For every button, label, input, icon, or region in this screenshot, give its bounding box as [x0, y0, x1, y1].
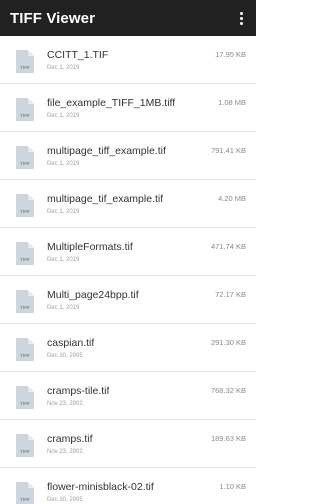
file-row[interactable]: TIFF multipage_tiff_example.tif Dec 1, 201…	[0, 132, 256, 180]
file-icon-label: TIFF	[20, 401, 30, 406]
file-icon-label: TIFF	[20, 161, 30, 166]
file-name: CCITT_1.TIF	[47, 49, 109, 61]
file-name: Multi_page24bpp.tif	[47, 289, 139, 301]
file-date: Dec 30, 2005	[47, 353, 83, 359]
file-date: Dec 1, 2019	[47, 305, 80, 311]
tiff-file-icon: TIFF	[16, 98, 34, 121]
file-name: caspian.tif	[47, 337, 95, 349]
file-row[interactable]: TIFF MultipleFormats.tif Dec 1, 2019 471.74…	[0, 228, 256, 276]
file-size: 291.30 KB	[210, 338, 246, 347]
file-name: file_example_TIFF_1MB.tiff	[47, 97, 176, 109]
file-date: Dec 1, 2019	[47, 113, 80, 119]
file-name: cramps-tile.tif	[47, 385, 110, 397]
file-icon-label: TIFF	[20, 449, 30, 454]
tiff-file-icon: TIFF	[16, 434, 34, 457]
file-size: 768.32 KB	[210, 386, 246, 395]
file-icon-label: TIFF	[20, 257, 30, 262]
file-date: Dec 1, 2019	[47, 65, 80, 71]
tiff-file-icon: TIFF	[16, 50, 34, 73]
file-row[interactable]: TIFF flower-minisblack-02.tif Dec 30, 2005…	[0, 468, 256, 504]
tiff-file-icon: TIFF	[16, 386, 34, 409]
more-vert-icon[interactable]	[232, 6, 250, 30]
file-date: Dec 1, 2019	[47, 257, 80, 263]
file-size: 1.10 KB	[219, 482, 246, 491]
file-icon-label: TIFF	[20, 305, 30, 310]
file-name: flower-minisblack-02.tif	[47, 481, 154, 493]
file-name: MultipleFormats.tif	[47, 241, 133, 253]
app-title: TIFF Viewer	[10, 9, 96, 27]
file-size: 1.08 MB	[218, 98, 246, 107]
file-icon-label: TIFF	[20, 113, 30, 118]
app-bar: TIFF Viewer	[0, 0, 256, 36]
file-date: Nov 23, 2002	[47, 401, 83, 407]
file-date: Dec 30, 2005	[47, 497, 83, 503]
file-size: 17.95 KB	[215, 50, 246, 59]
tiff-file-icon: TIFF	[16, 194, 34, 217]
file-date: Dec 1, 2019	[47, 209, 80, 215]
file-date: Dec 1, 2019	[47, 161, 80, 167]
tiff-file-icon: TIFF	[16, 482, 34, 504]
file-row[interactable]: TIFF CCITT_1.TIF Dec 1, 2019 17.95 KB	[0, 36, 256, 84]
file-name: multipage_tiff_example.tif	[47, 145, 166, 157]
file-row[interactable]: TIFF cramps.tif Nov 23, 2002 189.63 KB	[0, 420, 256, 468]
file-size: 471.74 KB	[210, 242, 246, 251]
file-name: cramps.tif	[47, 433, 93, 445]
file-icon-label: TIFF	[20, 65, 30, 70]
file-row[interactable]: TIFF cramps-tile.tif Nov 23, 2002 768.32 KB	[0, 372, 256, 420]
file-row[interactable]: TIFF multipage_tif_example.tif Dec 1, 2019…	[0, 180, 256, 228]
file-icon-label: TIFF	[20, 353, 30, 358]
file-size: 791.41 KB	[210, 146, 246, 155]
file-size: 189.63 KB	[210, 434, 246, 443]
tiff-file-icon: TIFF	[16, 338, 34, 361]
file-size: 4.20 MB	[218, 194, 246, 203]
tiff-file-icon: TIFF	[16, 242, 34, 265]
tiff-file-icon: TIFF	[16, 146, 34, 169]
file-size: 72.17 KB	[215, 290, 246, 299]
file-date: Nov 23, 2002	[47, 449, 83, 455]
file-icon-label: TIFF	[20, 209, 30, 214]
file-name: multipage_tif_example.tif	[47, 193, 164, 205]
file-row[interactable]: TIFF file_example_TIFF_1MB.tiff Dec 1, 201…	[0, 84, 256, 132]
tiff-file-icon: TIFF	[16, 290, 34, 313]
file-list: TIFF CCITT_1.TIF Dec 1, 2019 17.95 KB TIFF fi…	[0, 36, 256, 504]
file-row[interactable]: TIFF Multi_page24bpp.tif Dec 1, 2019 72.17 …	[0, 276, 256, 324]
file-icon-label: TIFF	[20, 497, 30, 502]
file-row[interactable]: TIFF caspian.tif Dec 30, 2005 291.30 KB	[0, 324, 256, 372]
